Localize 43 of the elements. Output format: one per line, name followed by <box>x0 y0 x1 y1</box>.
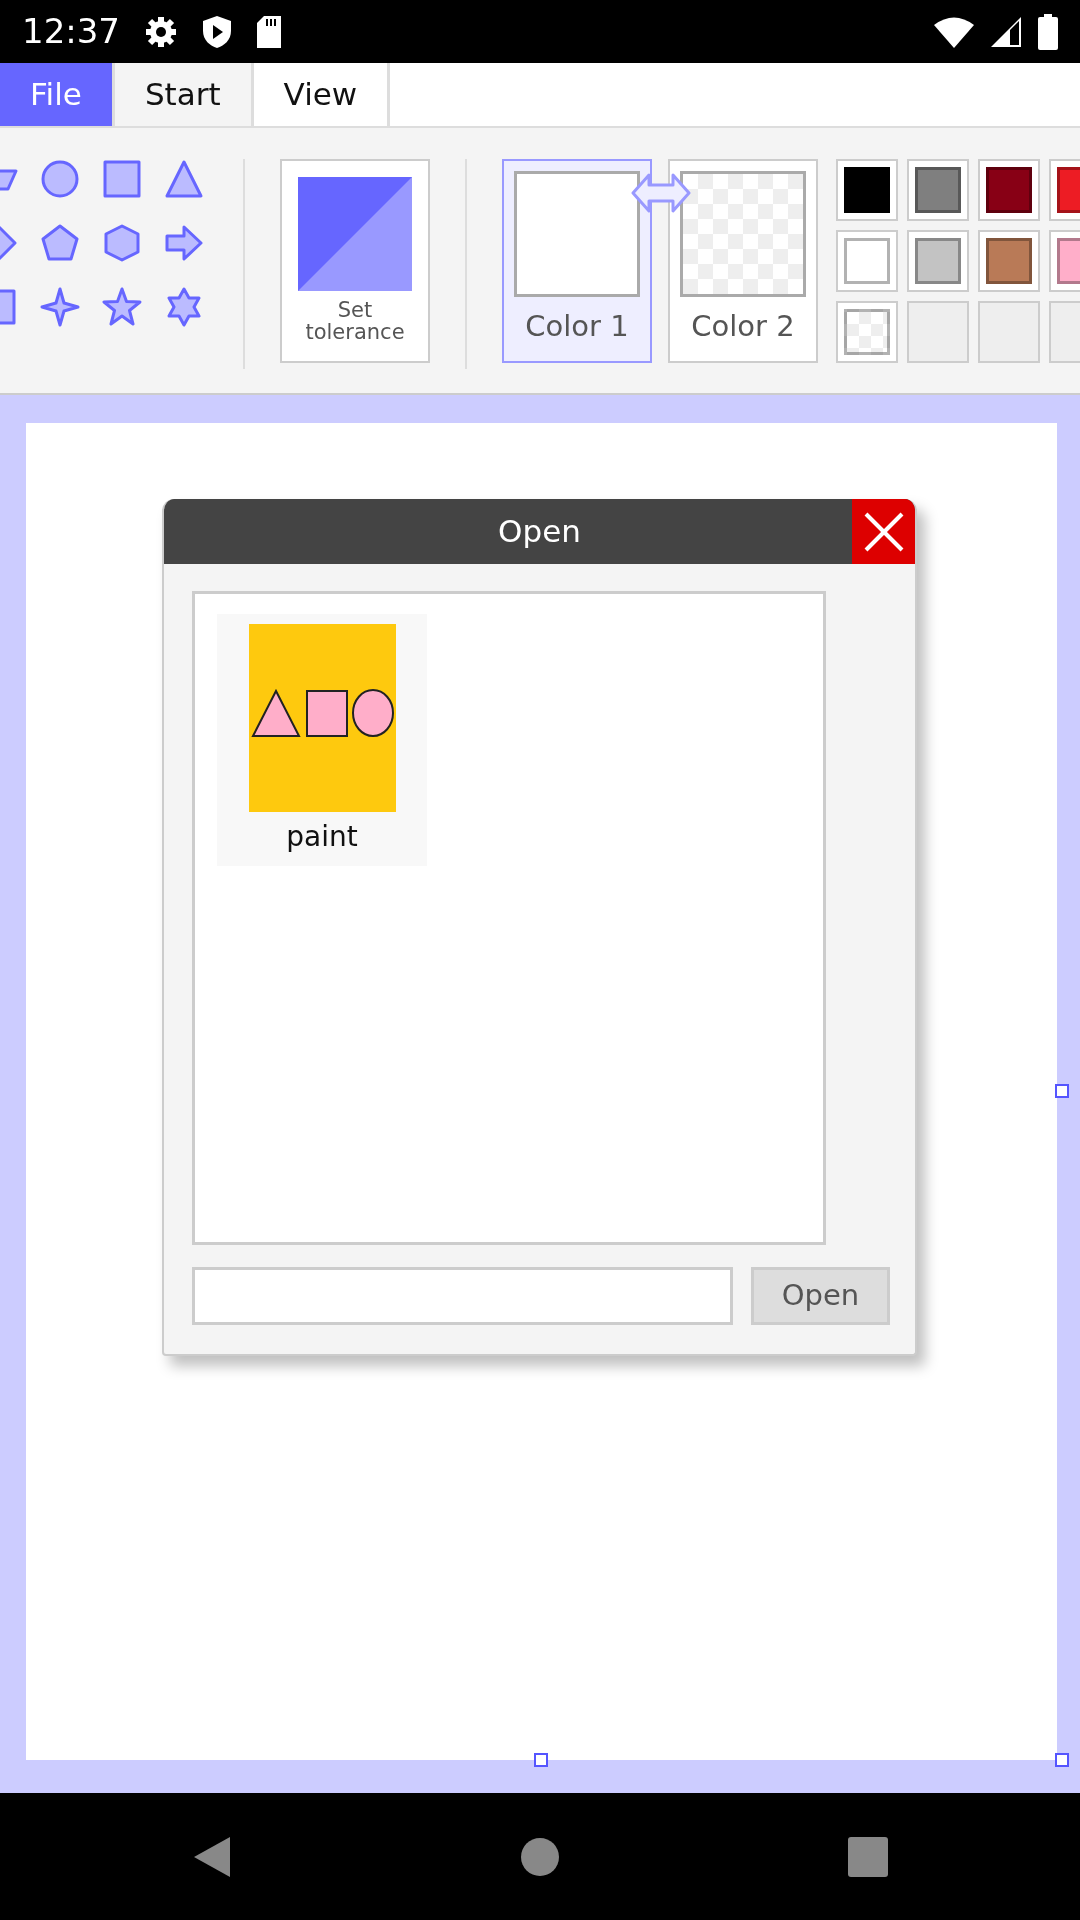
palette-swatch[interactable] <box>978 230 1040 292</box>
star-icon[interactable] <box>102 287 142 327</box>
signal-icon <box>990 15 1022 48</box>
file-item[interactable]: paint <box>217 614 427 866</box>
shield-icon <box>202 14 232 49</box>
close-button[interactable] <box>852 499 915 564</box>
palette-swatch[interactable] <box>978 301 1040 363</box>
palette-swatch[interactable] <box>907 230 969 292</box>
color-button[interactable]: Color 2 <box>668 159 818 363</box>
four-point-star-icon[interactable] <box>40 287 80 327</box>
resize-handle[interactable] <box>1055 1753 1069 1767</box>
triangle-icon[interactable] <box>164 159 204 199</box>
open-button[interactable]: Open <box>751 1267 890 1325</box>
resize-handle[interactable] <box>1055 1084 1069 1098</box>
sd-card-icon <box>256 14 282 49</box>
recents-icon[interactable] <box>848 1836 888 1877</box>
tolerance-icon <box>298 177 412 291</box>
filename-field[interactable] <box>192 1267 733 1325</box>
square-icon[interactable] <box>102 159 142 199</box>
wifi-icon <box>934 15 974 48</box>
palette-swatch[interactable] <box>978 159 1040 221</box>
pentagon-icon[interactable] <box>40 223 80 263</box>
close-icon <box>863 511 904 552</box>
settings-icon <box>144 14 178 49</box>
dialog-title: Open <box>498 512 581 552</box>
resize-handle[interactable] <box>534 1753 548 1767</box>
tolerance-button[interactable]: Set tolerance <box>280 159 430 363</box>
back-icon[interactable] <box>192 1834 232 1879</box>
arrow-icon[interactable] <box>164 223 204 263</box>
menu-tab[interactable]: File <box>0 63 115 126</box>
clock-time: 12:37 <box>22 10 120 53</box>
battery-icon <box>1038 13 1058 50</box>
swap-arrow-icon[interactable] <box>631 171 691 215</box>
menu-tab[interactable]: Start <box>114 63 254 126</box>
color-button[interactable]: Color 1 <box>502 159 652 363</box>
palette-swatch[interactable] <box>907 301 969 363</box>
palette-swatch[interactable] <box>836 230 898 292</box>
palette-swatch[interactable] <box>836 301 898 363</box>
hexagon-icon[interactable] <box>102 223 142 263</box>
home-icon[interactable] <box>520 1836 560 1877</box>
circle-icon[interactable] <box>40 159 80 199</box>
palette-swatch[interactable] <box>907 159 969 221</box>
palette-swatch[interactable] <box>836 159 898 221</box>
